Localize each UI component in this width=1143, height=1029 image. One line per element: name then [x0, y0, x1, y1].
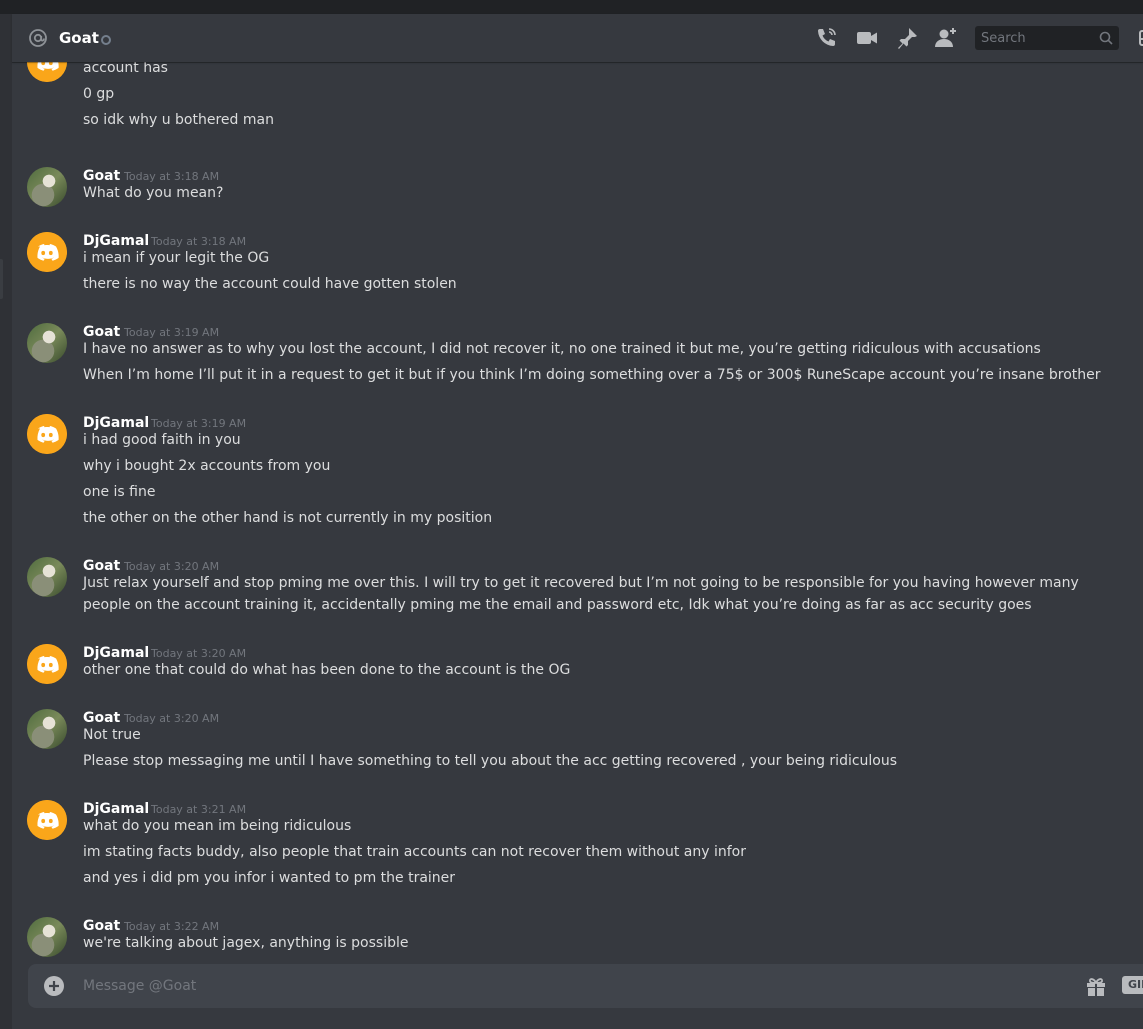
- discord-avatar-icon[interactable]: [27, 232, 67, 272]
- sidebar-indicator: [0, 259, 3, 299]
- discord-avatar-icon[interactable]: [27, 62, 67, 82]
- message-text: Please stop messaging me until I have so…: [83, 753, 898, 769]
- message-composer: GIF: [28, 964, 1143, 1008]
- discord-avatar-icon[interactable]: [27, 644, 67, 684]
- search-icon: [1099, 31, 1113, 45]
- gif-button[interactable]: GIF: [1122, 976, 1143, 994]
- channel-header: Goat: [12, 14, 1143, 62]
- message-text: When I’m home I’ll put it in a request t…: [83, 367, 1101, 383]
- message-input[interactable]: [83, 975, 1063, 997]
- message-text: why i bought 2x accounts from you: [83, 458, 331, 474]
- search-input[interactable]: [975, 26, 1099, 50]
- server-sidebar-edge: [0, 14, 12, 1029]
- gift-icon[interactable]: [1084, 974, 1108, 998]
- goat-avatar[interactable]: [27, 323, 67, 363]
- video-icon[interactable]: [855, 26, 879, 50]
- message-text: the other on the other hand is not curre…: [83, 510, 493, 526]
- channel-title: Goat: [59, 29, 99, 47]
- message-text: account has: [83, 62, 168, 76]
- goat-avatar[interactable]: [27, 167, 67, 207]
- message-text: one is fine: [83, 484, 156, 500]
- discord-avatar-icon[interactable]: [27, 414, 67, 454]
- message-text: I have no answer as to why you lost the …: [83, 341, 1041, 357]
- message-text: what do you mean im being ridiculous: [83, 818, 352, 834]
- pin-icon[interactable]: [895, 26, 919, 50]
- goat-avatar[interactable]: [27, 709, 67, 749]
- call-icon[interactable]: [814, 26, 838, 50]
- message-text: i had good faith in you: [83, 432, 241, 448]
- message-text: we're talking about jagex, anything is p…: [83, 935, 409, 951]
- goat-avatar[interactable]: [27, 557, 67, 597]
- message-list[interactable]: DjGamalToday at 3:17 AMaccount has0 gpso…: [12, 62, 1143, 964]
- add-friend-icon[interactable]: [934, 26, 958, 50]
- message-text: What do you mean?: [83, 185, 224, 201]
- status-icon: [101, 35, 111, 45]
- search-box[interactable]: [975, 26, 1119, 50]
- message-text: Not true: [83, 727, 141, 743]
- message-text: so idk why u bothered man: [83, 112, 274, 128]
- message-text: Just relax yourself and stop pming me ov…: [83, 575, 1079, 613]
- message-text: im stating facts buddy, also people that…: [83, 844, 746, 860]
- at-icon: [29, 29, 47, 47]
- message-text: 0 gp: [83, 86, 115, 102]
- message-text: i mean if your legit the OG: [83, 250, 270, 266]
- discord-avatar-icon[interactable]: [27, 800, 67, 840]
- message-text: other one that could do what has been do…: [83, 662, 571, 678]
- inbox-icon[interactable]: [1138, 28, 1143, 48]
- goat-avatar[interactable]: [27, 917, 67, 957]
- message-text: there is no way the account could have g…: [83, 276, 457, 292]
- upload-plus-icon[interactable]: [44, 976, 64, 996]
- message-text: and yes i did pm you infor i wanted to p…: [83, 870, 456, 886]
- window-top-bar: [0, 0, 1143, 14]
